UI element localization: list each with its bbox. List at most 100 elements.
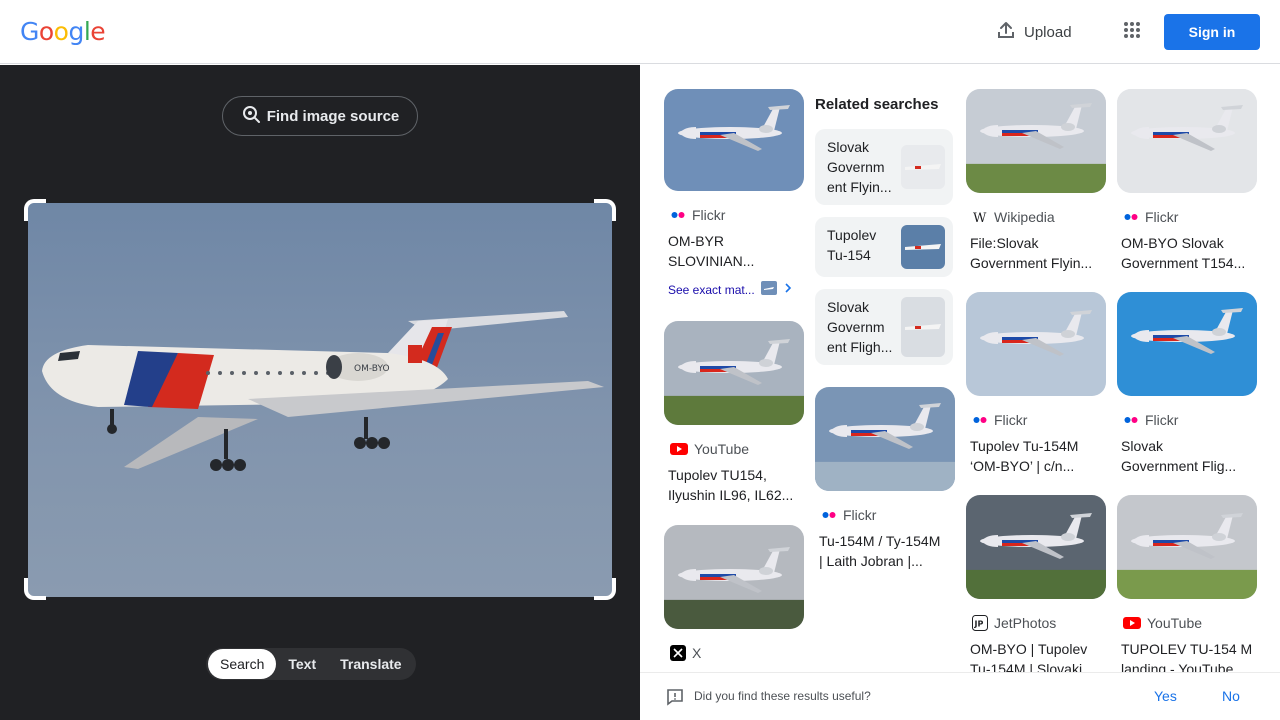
related-search-line: Slovak <box>827 139 870 155</box>
x-icon <box>670 645 686 661</box>
related-search-line: Governm <box>827 319 885 335</box>
result-title[interactable]: OM-BYO | Tupolev Tu-154M | Slovaki... <box>970 639 1104 672</box>
result-title[interactable]: OM-BYO Slovak Government T154... <box>1121 233 1255 273</box>
wikipedia-icon: W <box>972 209 988 225</box>
crop-handle-bottom-right[interactable] <box>594 578 616 600</box>
result-thumbnail[interactable] <box>1117 89 1257 193</box>
result-source: X <box>670 645 804 661</box>
flickr-icon <box>972 412 988 428</box>
feedback-yes-button[interactable]: Yes <box>1154 688 1177 704</box>
logo-letter: o <box>38 17 54 46</box>
visual-match-card[interactable]: Flickr Slovak Government Flig... <box>1117 292 1257 476</box>
result-title[interactable]: Tu-154M / Ty-154M | Laith Jobran |... <box>819 531 953 571</box>
result-source-label: JetPhotos <box>994 615 1057 631</box>
youtube-icon <box>1123 616 1141 630</box>
result-source: YouTube <box>670 441 804 457</box>
find-image-source-button[interactable]: Find image source <box>222 96 418 136</box>
result-thumbnail[interactable] <box>664 525 804 629</box>
result-title-line: Tupolev Tu-154M <box>970 438 1079 454</box>
sign-in-button[interactable]: Sign in <box>1164 14 1260 50</box>
result-thumbnail[interactable] <box>664 89 804 191</box>
feedback-no-button[interactable]: No <box>1222 688 1240 704</box>
flickr-icon <box>1123 209 1139 225</box>
result-thumbnail-image <box>815 387 955 491</box>
result-title[interactable]: Slovak Government Flig... <box>1121 436 1255 476</box>
related-search-thumbnail <box>901 225 945 269</box>
result-thumbnail[interactable] <box>1117 495 1257 599</box>
related-searches-heading: Related searches <box>815 96 939 113</box>
result-title-line: Slovak <box>1121 438 1164 454</box>
result-title-line: Tupolev TU154, <box>668 467 767 483</box>
related-search-line: Tu-154 <box>827 247 871 263</box>
google-logo[interactable]: Google <box>20 17 106 46</box>
result-source: JP JetPhotos <box>972 615 1106 631</box>
feedback-question: Did you find these results useful? <box>694 689 871 703</box>
related-search-thumbnail <box>901 297 945 357</box>
logo-letter: o <box>53 17 69 46</box>
result-thumbnail-image <box>966 292 1106 396</box>
result-title[interactable]: TUPOLEV TU-154 M landing - YouTube <box>1121 639 1255 672</box>
result-title[interactable]: Tupolev Tu-154M ‘OM-BYO’ | c/n... <box>970 436 1104 476</box>
top-bar: Google Upload Sign in <box>0 0 1280 64</box>
related-search-line: ent Fligh... <box>827 339 893 355</box>
tab-search[interactable]: Search <box>208 649 277 679</box>
result-thumbnail-image <box>966 495 1106 599</box>
result-title-line: OM-BYR <box>668 233 724 249</box>
result-title-line: | Laith Jobran |... <box>819 553 923 569</box>
exact-match-thumb-icon <box>760 281 777 298</box>
result-thumbnail[interactable] <box>966 89 1106 193</box>
result-source: Flickr <box>821 507 955 523</box>
svg-text:W: W <box>973 211 987 225</box>
visual-match-card[interactable]: XSlovak (Re...) <box>664 525 804 672</box>
related-search-line: Slovak <box>827 299 870 315</box>
crop-handle-bottom-left[interactable] <box>24 578 46 600</box>
result-title-line: OM-BYO Slovak <box>1121 235 1224 251</box>
result-thumbnail[interactable] <box>664 321 804 425</box>
related-search-chip[interactable]: Slovak Governm ent Fligh... <box>815 289 953 365</box>
crop-handle-top-right[interactable] <box>594 199 616 221</box>
result-title-line: TUPOLEV TU-154 M <box>1121 641 1253 657</box>
result-source: YouTube <box>1123 615 1257 631</box>
result-thumbnail[interactable] <box>1117 292 1257 396</box>
related-search-text: Slovak Governm ent Flyin... <box>827 137 892 197</box>
visual-matches-pane: Related searches Flickr OM-BYR SLOVINIAN..… <box>640 65 1280 672</box>
related-search-chip[interactable]: Tupolev Tu-154 <box>815 217 953 277</box>
see-exact-matches-link[interactable]: See exact mat... <box>668 281 793 298</box>
tab-translate[interactable]: Translate <box>328 649 413 679</box>
flickr-icon <box>1123 412 1139 428</box>
upload-button[interactable]: Upload <box>988 16 1080 48</box>
result-title-line: File:Slovak <box>970 235 1039 251</box>
crop-handle-top-left[interactable] <box>24 199 46 221</box>
result-thumbnail-image <box>1117 89 1257 193</box>
visual-match-card[interactable]: Flickr OM-BYR SLOVINIAN... <box>664 89 804 271</box>
result-title[interactable]: File:Slovak Government Flyin... <box>970 233 1104 273</box>
tab-text[interactable]: Text <box>276 649 328 679</box>
apps-grid-button[interactable] <box>1116 16 1148 48</box>
feedback-icon <box>666 688 684 711</box>
result-source-label: X <box>692 645 702 661</box>
visual-match-card[interactable]: Flickr Tupolev Tu-154M ‘OM-BYO’ | c/n... <box>966 292 1106 476</box>
result-title[interactable]: Tupolev TU154, Ilyushin IL96, IL62... <box>668 465 802 505</box>
related-search-chip[interactable]: Slovak Governm ent Flyin... <box>815 129 953 205</box>
result-title-line: Ilyushin IL96, IL62... <box>668 487 794 503</box>
result-thumbnail-image <box>966 89 1106 193</box>
related-search-thumbnail <box>901 145 945 189</box>
result-source-label: Flickr <box>994 412 1028 428</box>
logo-letter: G <box>20 17 39 46</box>
visual-match-card[interactable]: Flickr OM-BYO Slovak Government T154... <box>1117 89 1257 273</box>
result-title[interactable]: OM-BYR SLOVINIAN... <box>668 231 802 271</box>
visual-match-card[interactable]: YouTube TUPOLEV TU-154 M landing - YouTube <box>1117 495 1257 672</box>
find-image-source-label: Find image source <box>266 107 400 125</box>
result-thumbnail[interactable] <box>966 495 1106 599</box>
result-thumbnail[interactable] <box>815 387 955 491</box>
result-thumbnail-image <box>664 321 804 425</box>
result-source-label: YouTube <box>1147 615 1203 631</box>
result-thumbnail[interactable] <box>966 292 1106 396</box>
visual-match-card[interactable]: W Wikipedia File:Slovak Government Flyin... <box>966 89 1106 273</box>
visual-match-card[interactable]: YouTube Tupolev TU154, Ilyushin IL96, IL62… <box>664 321 804 505</box>
visual-match-card[interactable]: Flickr Tu-154M / Ty-154M | Laith Jobran |.… <box>815 387 955 571</box>
see-exact-matches-label: See exact mat... <box>668 282 755 297</box>
visual-match-card[interactable]: JP JetPhotos OM-BYO | Tupolev Tu-154M | Slo… <box>966 495 1106 672</box>
query-image[interactable]: OM-BYO <box>28 203 612 597</box>
result-title-line: Government T154... <box>1121 255 1246 271</box>
